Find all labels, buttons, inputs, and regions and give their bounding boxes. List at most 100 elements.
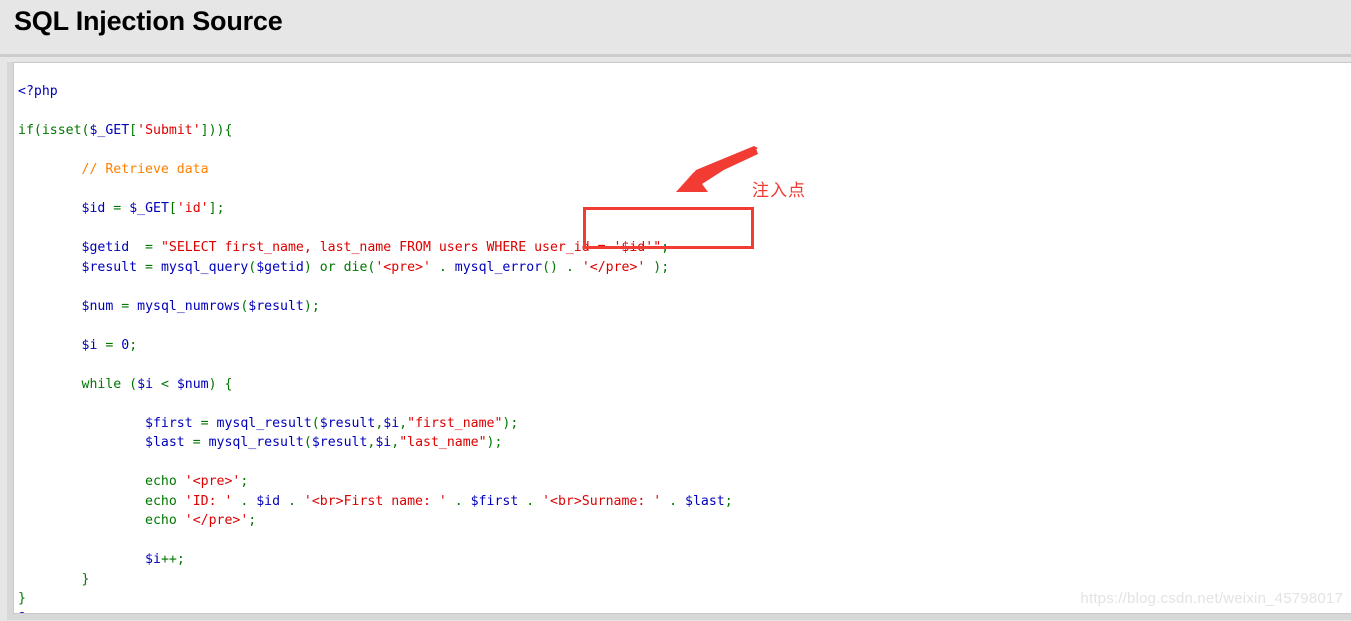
code-token: ) or [303, 259, 344, 275]
code-token: echo [145, 493, 185, 509]
code-token: ; [216, 201, 225, 217]
code-token: ( [303, 435, 312, 451]
page-title: SQL Injection Source [14, 6, 283, 36]
code-token: { [224, 376, 233, 392]
code-token: // Retrieve data [81, 162, 209, 178]
code-token: "first_name" [407, 415, 503, 431]
code-token: ; [176, 552, 185, 568]
code-token: die [343, 259, 368, 275]
code-token: mysql_result [208, 435, 304, 451]
code-line: $i = 0; [18, 336, 733, 356]
code-token: <?php [18, 84, 58, 100]
code-line: <?php [18, 82, 733, 102]
code-token: ; [240, 474, 249, 490]
code-line: echo '</pre>'; [18, 511, 733, 531]
code-token: ); [303, 298, 320, 314]
code-token: = [105, 201, 130, 217]
code-token: '<br>First name: ' [303, 493, 447, 509]
code-line: echo '<pre>'; [18, 472, 733, 492]
code-line: } [18, 570, 733, 590]
code-token: ); [502, 415, 519, 431]
code-token: ; [248, 513, 257, 529]
code-token: () [542, 259, 558, 275]
code-token: ; [724, 493, 733, 509]
code-line: // Retrieve data [18, 160, 733, 180]
code-token: $result [311, 435, 368, 451]
code-token: $last [685, 493, 725, 509]
watermark-text: https://blog.csdn.net/weixin_45798017 [1080, 590, 1343, 607]
code-line: $num = mysql_numrows($result); [18, 297, 733, 317]
code-token: '<pre>' [375, 259, 431, 275]
code-token: $_GET [129, 201, 169, 217]
code-token: ] [208, 201, 217, 217]
code-token: ++ [160, 552, 177, 568]
code-token: { [224, 123, 233, 139]
source-code-panel: <?php if(isset($_GET['Submit'])){ // Ret… [13, 62, 1351, 614]
code-token: ); [645, 259, 670, 275]
code-token: . [661, 493, 686, 509]
code-token: ( [129, 376, 138, 392]
code-token: $first [470, 493, 519, 509]
code-token: . [558, 259, 582, 275]
code-token: if(isset( [18, 123, 90, 139]
code-token: $i [145, 552, 161, 568]
code-token: $id [81, 201, 106, 217]
code-token: } [18, 591, 26, 607]
code-token: 'id' [176, 201, 209, 217]
code-token: ( [311, 415, 320, 431]
code-line: $i++; [18, 550, 733, 570]
page-header: SQL Injection Source [0, 0, 1351, 57]
code-token: echo [145, 474, 185, 490]
code-token: = [192, 415, 217, 431]
code-token: $i [137, 376, 154, 392]
code-token: ; [661, 240, 670, 256]
code-token: ; [129, 337, 138, 353]
code-token: [ [168, 201, 177, 217]
code-token: '<br>Surname: ' [542, 493, 662, 509]
code-line: ?> [18, 609, 733, 613]
code-token: echo [145, 513, 185, 529]
code-token: = [113, 298, 138, 314]
code-token: ] [200, 123, 209, 139]
code-token: ?> [18, 611, 34, 613]
code-token: < [153, 376, 177, 392]
code-token: 'Submit' [137, 123, 201, 139]
code-token: $_GET [89, 123, 130, 139]
code-token: $result [319, 415, 376, 431]
code-token: , [399, 415, 408, 431]
code-token: mysql_query [160, 259, 249, 275]
code-token: mysql_error [454, 259, 543, 275]
code-token: $result [81, 259, 138, 275]
code-token: '</pre>' [581, 259, 646, 275]
code-token: . [280, 493, 304, 509]
code-token: = [184, 435, 209, 451]
code-token: $i [383, 415, 400, 431]
code-token: )) [208, 123, 225, 139]
code-token: = [129, 240, 161, 256]
code-token: $num [81, 298, 114, 314]
code-token: ); [486, 435, 503, 451]
code-token: 'ID: ' [184, 493, 233, 509]
code-token: 0 [121, 337, 130, 353]
code-token: . [518, 493, 543, 509]
code-token: . [446, 493, 471, 509]
code-token: $num [176, 376, 209, 392]
code-token: '</pre>' [184, 513, 249, 529]
code-line: while ($i < $num) { [18, 375, 733, 395]
code-line: echo 'ID: ' . $id . '<br>First name: ' .… [18, 492, 733, 512]
